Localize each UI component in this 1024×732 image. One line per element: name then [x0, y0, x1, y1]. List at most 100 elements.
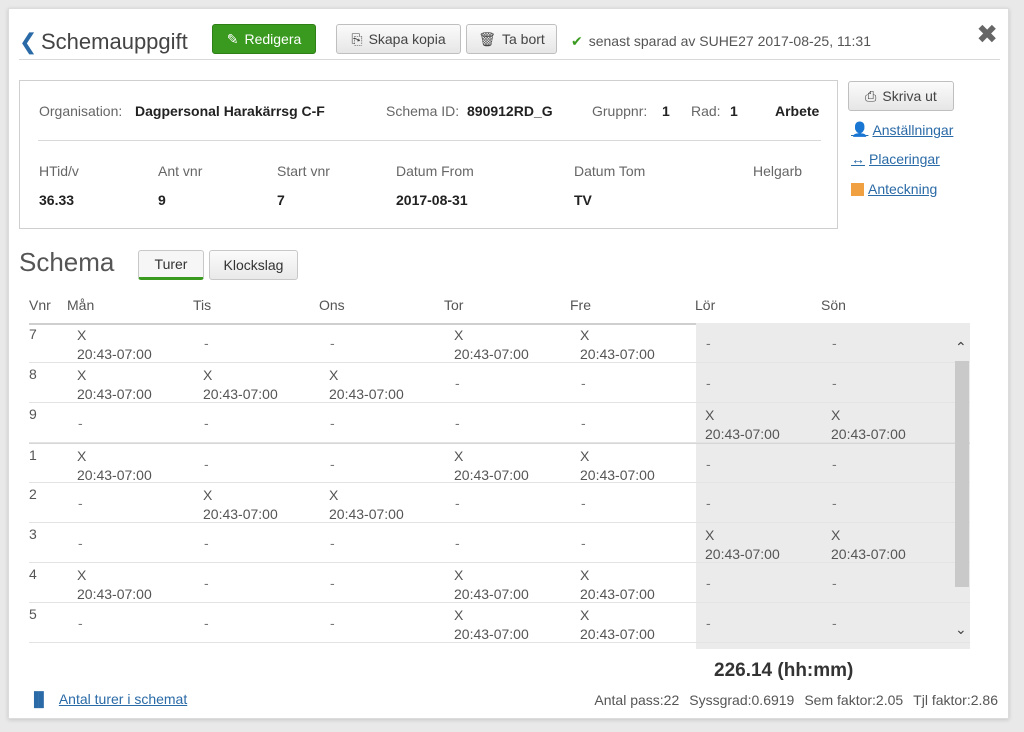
empty-cell[interactable]: - [78, 495, 83, 511]
shift-cell[interactable]: X 20:43-07:00 [454, 326, 529, 364]
edit-button[interactable]: ✎ Redigera [212, 24, 316, 54]
tab-klockslag[interactable]: Klockslag [209, 250, 298, 280]
row-vnr: 8 [29, 366, 37, 382]
shift-cell[interactable]: X 20:43-07:00 [705, 526, 780, 564]
empty-cell[interactable]: - [832, 575, 837, 591]
empty-cell[interactable]: - [78, 615, 83, 631]
empty-cell[interactable]: - [832, 615, 837, 631]
empty-cell[interactable]: - [706, 456, 711, 472]
shift-cell[interactable]: X 20:43-07:00 [77, 326, 152, 364]
rad-label: Rad: [691, 103, 721, 119]
empty-cell[interactable]: - [204, 615, 209, 631]
shift-cell[interactable]: X 20:43-07:00 [77, 447, 152, 485]
shift-cell[interactable]: X 20:43-07:00 [454, 447, 529, 485]
row-vnr: 3 [29, 526, 37, 542]
table-row[interactable]: 2 - X 20:43-07:00 X 20:43-07:00 - - - - [29, 483, 970, 523]
empty-cell[interactable]: - [204, 415, 209, 431]
table-row[interactable]: 5 - - - X 20:43-07:00 X 20:43-07:00 - - [29, 603, 970, 643]
delete-button[interactable]: 🗑 Ta bort [466, 24, 557, 54]
empty-cell[interactable]: - [204, 456, 209, 472]
empty-cell[interactable]: - [455, 415, 460, 431]
back-chevron-icon[interactable]: ❮ [19, 29, 37, 55]
tab-turer[interactable]: Turer [138, 250, 204, 280]
shift-cell[interactable]: X 20:43-07:00 [77, 566, 152, 604]
shift-cell[interactable]: X 20:43-07:00 [580, 566, 655, 604]
shift-cell[interactable]: X 20:43-07:00 [329, 366, 404, 404]
empty-cell[interactable]: - [455, 495, 460, 511]
shift-cell[interactable]: X 20:43-07:00 [454, 566, 529, 604]
empty-cell[interactable]: - [204, 335, 209, 351]
empty-cell[interactable]: - [581, 495, 586, 511]
shift-time: 20:43-07:00 [580, 346, 655, 362]
shift-cell[interactable]: X 20:43-07:00 [77, 366, 152, 404]
empty-cell[interactable]: - [706, 375, 711, 391]
note-link[interactable]: Anteckning [851, 181, 937, 197]
empty-cell[interactable]: - [330, 615, 335, 631]
close-icon[interactable]: ✖ [976, 19, 998, 50]
shift-cell[interactable]: X 20:43-07:00 [705, 406, 780, 444]
rad-value: 1 [730, 103, 738, 119]
print-button[interactable]: ⎙ Skriva ut [848, 81, 954, 111]
empty-cell[interactable]: - [455, 535, 460, 551]
empty-cell[interactable]: - [330, 335, 335, 351]
scrollbar-thumb[interactable] [955, 361, 969, 587]
empty-cell[interactable]: - [78, 535, 83, 551]
schema-id-label: Schema ID: [386, 103, 460, 119]
shift-time: 20:43-07:00 [77, 586, 152, 602]
table-row[interactable]: 4 X 20:43-07:00 - - X 20:43-07:00 X 20:43-07:00 -… [29, 563, 970, 603]
col-header-vnr: Vnr [29, 297, 51, 313]
shift-cell[interactable]: X 20:43-07:00 [580, 447, 655, 485]
empty-cell[interactable]: - [832, 495, 837, 511]
row-vnr: 1 [29, 447, 37, 463]
shift-mark: X [77, 367, 87, 383]
empty-cell[interactable]: - [330, 575, 335, 591]
shift-cell[interactable]: X 20:43-07:00 [329, 486, 404, 524]
note-link-label: Anteckning [868, 181, 938, 197]
datumtom-label: Datum Tom [574, 163, 646, 179]
shift-cell[interactable]: X 20:43-07:00 [831, 526, 906, 564]
startvnr-label: Start vnr [277, 163, 330, 179]
table-row[interactable]: 9 - - - - - X 20:43-07:00 X 20:43-07:00 [29, 403, 970, 443]
placements-link[interactable]: ↔ Placeringar [851, 151, 940, 167]
shift-count-link[interactable]: ▐▌ Antal turer i schemat [29, 691, 187, 707]
shift-cell[interactable]: X 20:43-07:00 [580, 606, 655, 644]
empty-cell[interactable]: - [330, 456, 335, 472]
empty-cell[interactable]: - [832, 456, 837, 472]
shift-cell[interactable]: X 20:43-07:00 [203, 366, 278, 404]
empty-cell[interactable]: - [581, 535, 586, 551]
empty-cell[interactable]: - [706, 335, 711, 351]
shift-cell[interactable]: X 20:43-07:00 [454, 606, 529, 644]
table-row[interactable]: 1 X 20:43-07:00 - - X 20:43-07:00 X 20:43-07:00 -… [29, 443, 970, 483]
col-header-son: Sön [821, 297, 846, 313]
table-row[interactable]: 3 - - - - - X 20:43-07:00 X 20:43-07:00 [29, 523, 970, 563]
shift-cell[interactable]: X 20:43-07:00 [831, 406, 906, 444]
empty-cell[interactable]: - [330, 415, 335, 431]
empty-cell[interactable]: - [78, 415, 83, 431]
shift-time: 20:43-07:00 [831, 546, 906, 562]
empty-cell[interactable]: - [330, 535, 335, 551]
empty-cell[interactable]: - [204, 575, 209, 591]
shift-cell[interactable]: X 20:43-07:00 [203, 486, 278, 524]
empty-cell[interactable]: - [581, 415, 586, 431]
copy-icon: ⎘ [351, 30, 363, 47]
empty-cell[interactable]: - [832, 335, 837, 351]
empty-cell[interactable]: - [204, 535, 209, 551]
trash-icon: 🗑 [478, 30, 496, 47]
row-vnr: 4 [29, 566, 37, 582]
empty-cell[interactable]: - [832, 375, 837, 391]
empty-cell[interactable]: - [455, 375, 460, 391]
shift-mark: X [77, 448, 87, 464]
empty-cell[interactable]: - [706, 615, 711, 631]
copy-button[interactable]: ⎘ Skapa kopia [336, 24, 461, 54]
shift-cell[interactable]: X 20:43-07:00 [580, 326, 655, 364]
shift-mark: X [454, 567, 464, 583]
settings-link[interactable]: 👤 Anställningar [851, 121, 953, 138]
empty-cell[interactable]: - [706, 575, 711, 591]
table-row[interactable]: 7 X 20:43-07:00 - - X 20:43-07:00 X 20:43-07:00 -… [29, 323, 970, 363]
empty-cell[interactable]: - [706, 495, 711, 511]
scroll-up-icon[interactable]: ⌃ [955, 339, 967, 356]
col-header-tis: Tis [193, 297, 212, 313]
empty-cell[interactable]: - [581, 375, 586, 391]
table-row[interactable]: 8 X 20:43-07:00 X 20:43-07:00 X 20:43-07:00 - - -… [29, 363, 970, 403]
scroll-down-icon[interactable]: ⌄ [955, 621, 967, 638]
